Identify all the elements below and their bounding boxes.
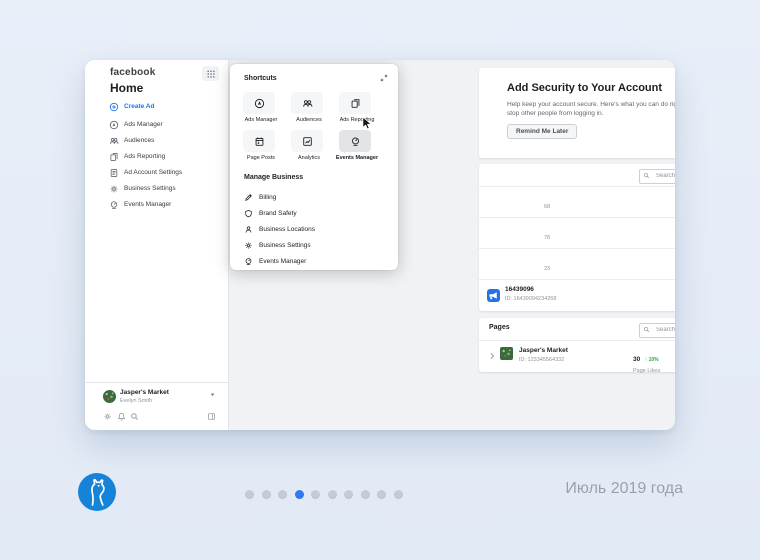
- page-row[interactable]: Jasper's Market ID: 123345564332 30 ↑ 10…: [479, 340, 675, 374]
- shortcut-tile-analytics[interactable]: [291, 130, 323, 152]
- menu-item-business-locations[interactable]: Business Locations: [230, 224, 398, 236]
- page-title: Home: [110, 81, 144, 95]
- audiences-icon: [302, 98, 313, 109]
- ad-account-icon: [487, 289, 500, 302]
- events-manager-icon: [244, 257, 253, 266]
- banner-body: Help keep your account secure. Here's wh…: [507, 101, 675, 117]
- settings-gear-icon[interactable]: [103, 412, 112, 421]
- menu-item-events-manager[interactable]: Events Manager: [230, 256, 398, 268]
- gear-icon: [244, 241, 253, 250]
- app-grid-button[interactable]: [202, 66, 219, 81]
- ad-account-settings-icon: [109, 168, 119, 178]
- security-banner: Add Security to Your Account Help keep y…: [479, 68, 675, 158]
- search-icon: [643, 172, 650, 179]
- llama-logo: [78, 473, 116, 511]
- ad-account-row[interactable]: 16439096 ID: 16439094234268 2 ActiveCamp…: [479, 279, 675, 312]
- pagination-dot[interactable]: [278, 490, 287, 499]
- pagination-dot[interactable]: [327, 490, 337, 499]
- business-name: Jasper's Market: [120, 389, 169, 396]
- plus-circle-icon: [109, 102, 119, 112]
- ad-account-name: 16439096: [505, 286, 534, 293]
- grid-icon: [206, 69, 216, 79]
- search-icon: [643, 326, 650, 333]
- pagination-dot[interactable]: [245, 490, 254, 499]
- expand-icon[interactable]: [380, 74, 388, 82]
- app-window: facebook Home Create Ad Ads Manager Audi…: [85, 60, 675, 430]
- notifications-bell-icon[interactable]: [117, 412, 126, 421]
- shortcut-tile-page-posts[interactable]: [243, 130, 275, 152]
- ad-account-row[interactable]: 23 3 ActiveCampaigns $376.98 Amount Spen…: [479, 248, 675, 280]
- ad-account-id: ID: 16439094234268: [505, 295, 557, 302]
- page-name: Jasper's Market: [519, 347, 568, 354]
- page-likes-stat: 30 ↑ 10% Page Likes: [633, 356, 661, 374]
- pagination-dot[interactable]: [360, 490, 370, 499]
- page-id: ID: 123345564332: [519, 356, 565, 363]
- ads-reporting-icon: [109, 152, 119, 162]
- analytics-icon: [302, 136, 313, 147]
- sidebar-footer: Jasper's Market Evelyn Smith: [85, 382, 228, 430]
- account-switch-caret-icon[interactable]: [209, 391, 216, 398]
- ads-manager-icon: [254, 98, 265, 109]
- sidebar-item-business-settings[interactable]: Business Settings: [85, 184, 228, 197]
- presentation-slide: facebook Home Create Ad Ads Manager Audi…: [0, 0, 760, 560]
- collapse-panel-icon[interactable]: [207, 412, 216, 421]
- slide-date: Июль 2019 года: [565, 480, 683, 497]
- pages-search[interactable]: [639, 322, 675, 338]
- remind-me-later-button[interactable]: Remind Me Later: [507, 124, 578, 139]
- ad-accounts-section: Last 7 days 68 1 ActiveCampaigns $50.78 …: [479, 164, 675, 311]
- audiences-icon: [109, 136, 119, 146]
- ads-reporting-icon: [350, 98, 361, 109]
- pages-title: Pages: [489, 324, 510, 331]
- shortcut-tile-audiences[interactable]: [291, 92, 323, 114]
- ad-account-row[interactable]: 68 1 ActiveCampaigns $50.78 Amount Spent: [479, 186, 675, 218]
- pages-search-input[interactable]: [654, 323, 675, 337]
- events-manager-icon: [109, 200, 119, 210]
- shortcut-tile-events-manager[interactable]: [339, 130, 371, 152]
- pagination-dot[interactable]: [377, 490, 386, 499]
- sidebar: facebook Home Create Ad Ads Manager Audi…: [85, 60, 229, 430]
- business-avatar: [103, 390, 116, 403]
- shortcuts-title: Shortcuts: [244, 75, 277, 82]
- events-manager-icon: [350, 136, 361, 147]
- banner-title: Add Security to Your Account: [507, 82, 663, 94]
- search-icon[interactable]: [130, 412, 139, 421]
- manage-business-title: Manage Business: [244, 174, 304, 181]
- sidebar-item-ads-manager[interactable]: Ads Manager: [85, 120, 228, 133]
- create-ad-button[interactable]: Create Ad: [85, 102, 228, 115]
- gear-icon: [109, 184, 119, 194]
- user-name: Evelyn Smith: [120, 398, 153, 404]
- mouse-cursor: [362, 117, 373, 131]
- chevron-right-icon[interactable]: [488, 352, 496, 360]
- ad-accounts-header: Last 7 days: [479, 164, 675, 186]
- sidebar-item-ad-account-settings[interactable]: Ad Account Settings: [85, 168, 228, 181]
- menu-item-brand-safety[interactable]: Brand Safety: [230, 208, 398, 220]
- sidebar-item-events-manager[interactable]: Events Manager: [85, 200, 228, 213]
- ads-manager-icon: [109, 120, 119, 130]
- pagination-dots: [245, 486, 410, 504]
- menu-item-billing[interactable]: Billing: [230, 192, 398, 204]
- shortcut-tile-ads-reporting[interactable]: [339, 92, 371, 114]
- pagination-dot[interactable]: [393, 490, 403, 499]
- sidebar-item-audiences[interactable]: Audiences: [85, 136, 228, 149]
- pages-section: Pages Last 7 days Jasper's Market: [479, 318, 675, 374]
- shortcuts-popover: Shortcuts Ads Manager Audiences Ads Repo…: [230, 64, 398, 270]
- facebook-logo: facebook: [110, 67, 156, 78]
- ad-accounts-search-input[interactable]: [654, 169, 675, 183]
- pagination-dot[interactable]: [344, 490, 353, 499]
- ad-account-row[interactable]: 78 2 ActiveCampaigns $176.87 Amount Spen…: [479, 217, 675, 249]
- shield-icon: [244, 209, 253, 218]
- page-thumbnail: [500, 347, 513, 360]
- shortcut-tile-ads-manager[interactable]: [243, 92, 275, 114]
- person-icon: [244, 225, 253, 234]
- menu-item-business-settings[interactable]: Business Settings: [230, 240, 398, 252]
- sidebar-item-ads-reporting[interactable]: Ads Reporting: [85, 152, 228, 165]
- page-posts-icon: [254, 136, 265, 147]
- pages-header: Pages Last 7 days: [479, 318, 675, 340]
- pagination-dot[interactable]: [311, 490, 320, 499]
- pagination-dot[interactable]: [294, 490, 304, 499]
- ad-accounts-search[interactable]: [639, 168, 675, 184]
- billing-icon: [244, 193, 253, 202]
- pagination-dot[interactable]: [261, 490, 271, 499]
